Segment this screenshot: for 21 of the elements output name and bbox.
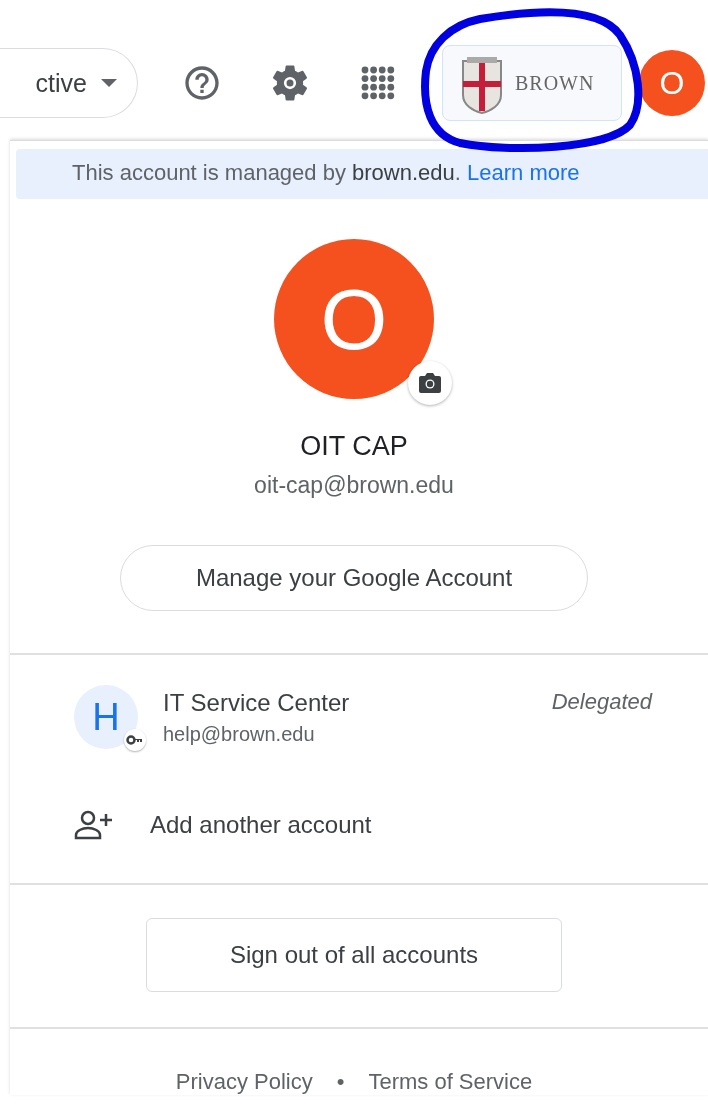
sign-out-button[interactable]: Sign out of all accounts bbox=[146, 918, 562, 992]
terms-link[interactable]: Terms of Service bbox=[368, 1069, 533, 1095]
manage-account-button[interactable]: Manage your Google Account bbox=[120, 545, 588, 611]
account-email: help@brown.edu bbox=[163, 722, 316, 746]
account-role: Delegated bbox=[551, 689, 652, 715]
profile-name: OIT CAP bbox=[300, 431, 408, 462]
camera-icon[interactable] bbox=[408, 361, 452, 405]
account-avatar[interactable]: H bbox=[74, 685, 138, 749]
add-account-button[interactable]: Add another account bbox=[10, 767, 708, 883]
profile-email: oit-cap@brown.edu bbox=[254, 472, 454, 499]
key-icon bbox=[124, 729, 146, 751]
status-dropdown[interactable]: ctive bbox=[0, 48, 138, 118]
brand-logo-button[interactable]: BROWN bbox=[442, 45, 622, 121]
learn-more-link[interactable]: Learn more bbox=[467, 160, 580, 185]
managed-account-notice: This account is managed by brown.edu. Learn more bbox=[16, 149, 708, 199]
account-avatar[interactable]: O bbox=[639, 50, 705, 116]
separator: • bbox=[336, 1069, 345, 1095]
account-name: IT Service Center bbox=[163, 688, 351, 717]
privacy-policy-link[interactable]: Privacy Policy bbox=[175, 1069, 313, 1095]
add-person-icon bbox=[74, 810, 114, 840]
caret-icon bbox=[101, 79, 117, 87]
